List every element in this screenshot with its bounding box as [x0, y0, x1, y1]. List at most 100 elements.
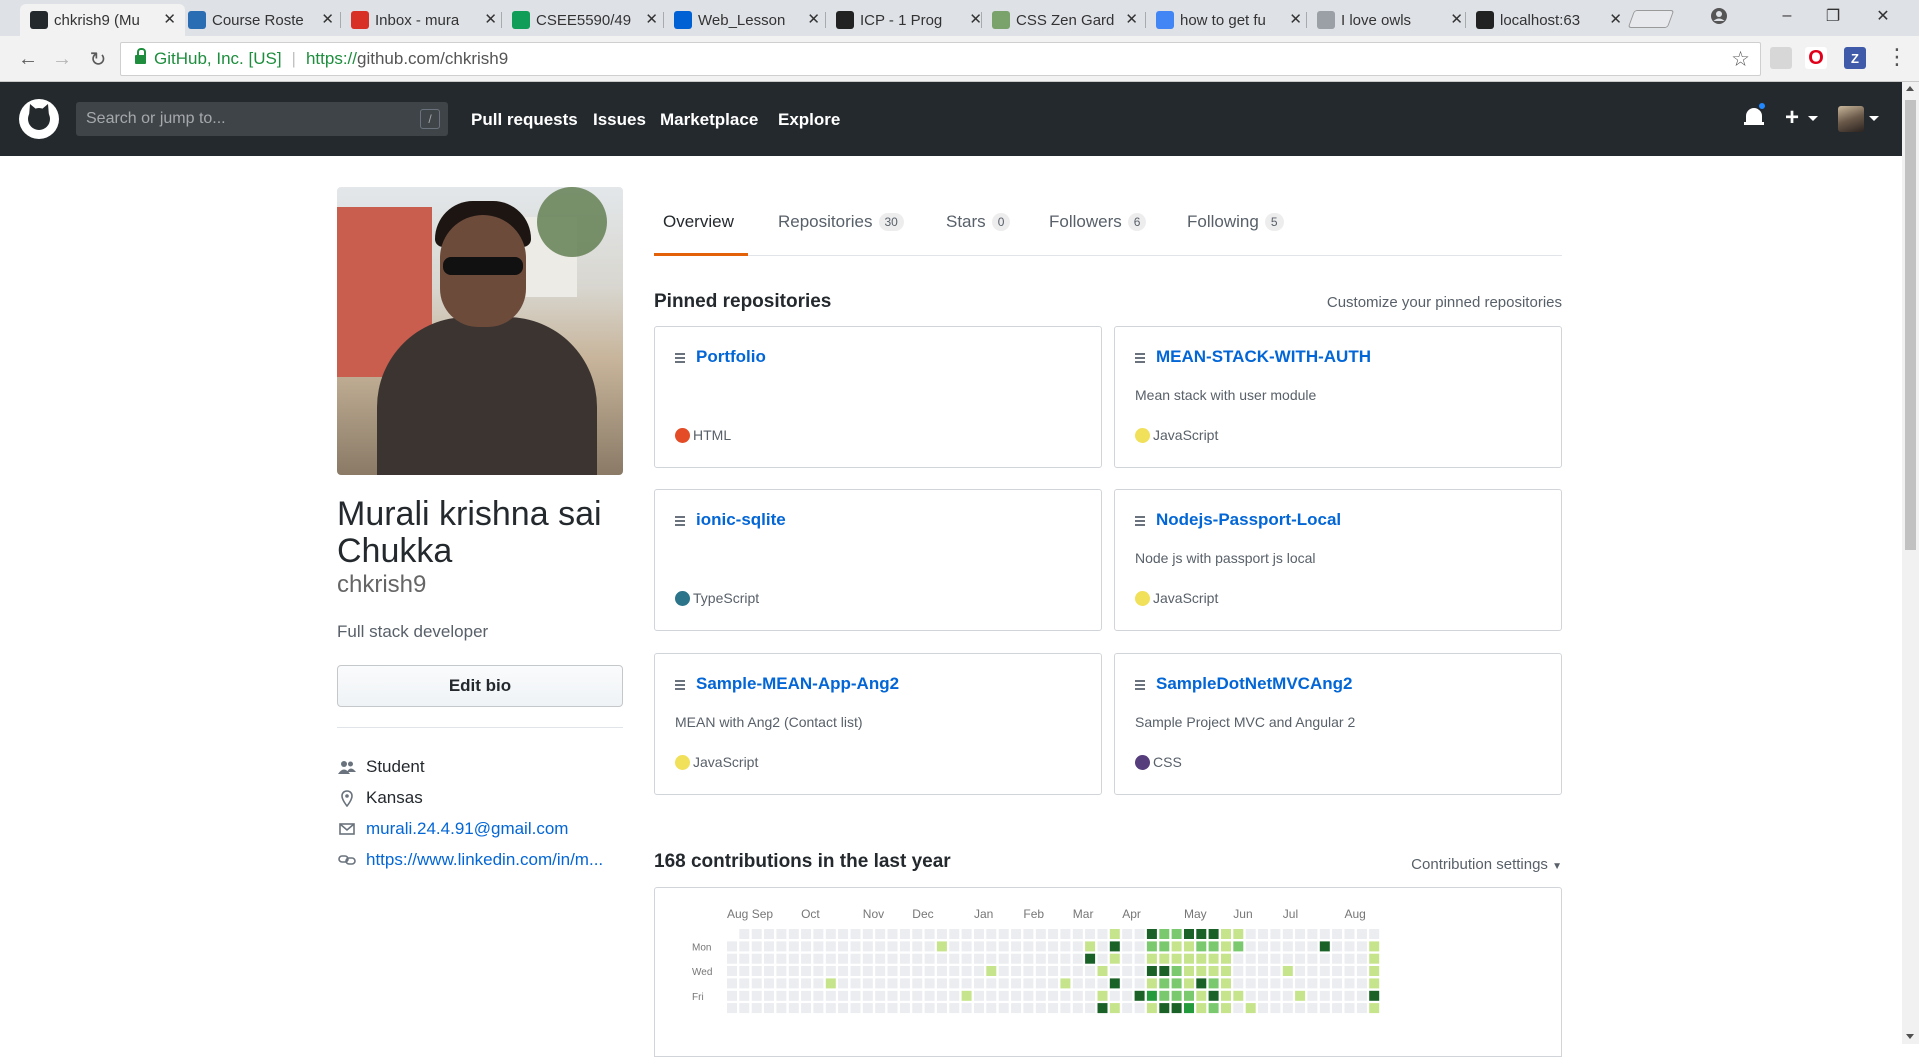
contribution-day[interactable] [1295, 978, 1306, 989]
contribution-day[interactable] [1369, 966, 1380, 976]
contribution-day[interactable] [776, 978, 787, 989]
contribution-day[interactable] [1097, 929, 1108, 939]
contribution-day[interactable] [776, 966, 787, 976]
contribution-day[interactable] [1011, 966, 1022, 976]
contribution-day[interactable] [727, 941, 737, 952]
contribution-day[interactable] [1023, 953, 1034, 964]
vcard-email-link[interactable]: murali.24.4.91@gmail.com [366, 819, 568, 839]
contribution-day[interactable] [1048, 990, 1059, 1001]
contribution-day[interactable] [986, 1003, 997, 1014]
browser-tab[interactable]: Inbox - mura ✕ [341, 4, 506, 36]
browser-tab[interactable]: chkrish9 (Mu ✕ [20, 4, 185, 36]
contribution-day[interactable] [825, 978, 836, 989]
contribution-day[interactable] [887, 929, 898, 939]
contribution-day[interactable] [1184, 953, 1194, 964]
contribution-day[interactable] [1122, 953, 1133, 964]
minimize-icon[interactable]: – [1764, 0, 1810, 32]
contribution-day[interactable] [1072, 978, 1083, 989]
contribution-day[interactable] [1171, 990, 1182, 1001]
contribution-day[interactable] [1332, 953, 1343, 964]
contribution-day[interactable] [1282, 1003, 1293, 1014]
contribution-day[interactable] [1270, 966, 1281, 976]
contribution-day[interactable] [1035, 953, 1046, 964]
contribution-day[interactable] [1134, 1003, 1145, 1014]
contribution-day[interactable] [974, 978, 984, 989]
contribution-day[interactable] [899, 978, 910, 989]
close-tab-icon[interactable]: ✕ [1609, 10, 1622, 28]
contribution-day[interactable] [862, 990, 873, 1001]
contribution-day[interactable] [1097, 953, 1108, 964]
contribution-day[interactable] [1146, 966, 1157, 976]
contribution-day[interactable] [1146, 990, 1157, 1001]
contribution-day[interactable] [887, 978, 898, 989]
contribution-day[interactable] [1023, 1003, 1034, 1014]
contribution-day[interactable] [1134, 929, 1145, 939]
repo-name-link[interactable]: Portfolio [696, 347, 766, 367]
contribution-day[interactable] [899, 966, 910, 976]
contribution-day[interactable] [751, 941, 762, 952]
contribution-day[interactable] [1196, 929, 1207, 939]
contribution-day[interactable] [1171, 978, 1182, 989]
contribution-day[interactable] [1282, 990, 1293, 1001]
contribution-day[interactable] [801, 990, 812, 1001]
contribution-day[interactable] [764, 978, 774, 989]
customize-pinned-link[interactable]: Customize your pinned repositories [1308, 294, 1562, 311]
contribution-day[interactable] [1208, 1003, 1219, 1014]
contribution-day[interactable] [1023, 941, 1034, 952]
contribution-day[interactable] [813, 953, 824, 964]
contribution-day[interactable] [1369, 929, 1380, 939]
contribution-day[interactable] [1245, 1003, 1256, 1014]
contribution-day[interactable] [974, 953, 984, 964]
contribution-day[interactable] [1233, 929, 1244, 939]
browser-tab[interactable]: CSS Zen Gard ✕ [982, 4, 1147, 36]
contribution-day[interactable] [1072, 941, 1083, 952]
address-bar[interactable]: GitHub, Inc. [US] | https:// github.com/… [120, 42, 1761, 76]
contribution-day[interactable] [1332, 1003, 1343, 1014]
contribution-day[interactable] [1196, 990, 1207, 1001]
contribution-day[interactable] [1356, 953, 1367, 964]
contribution-day[interactable] [899, 990, 910, 1001]
contribution-day[interactable] [974, 966, 984, 976]
contribution-day[interactable] [1109, 953, 1120, 964]
contribution-day[interactable] [1048, 978, 1059, 989]
contribution-day[interactable] [1258, 941, 1268, 952]
contribution-day[interactable] [1295, 929, 1306, 939]
contribution-day[interactable] [739, 953, 750, 964]
contribution-day[interactable] [986, 966, 997, 976]
contribution-day[interactable] [1307, 953, 1318, 964]
repo-name-link[interactable]: SampleDotNetMVCAng2 [1156, 674, 1352, 694]
contribution-day[interactable] [961, 966, 972, 976]
contribution-day[interactable] [875, 966, 886, 976]
profile-photo[interactable] [337, 187, 623, 475]
repo-name-link[interactable]: ionic-sqlite [696, 510, 786, 530]
contribution-day[interactable] [1196, 978, 1207, 989]
contribution-day[interactable] [912, 929, 923, 939]
close-tab-icon[interactable]: ✕ [807, 10, 820, 28]
contribution-day[interactable] [1171, 1003, 1182, 1014]
contribution-day[interactable] [1344, 978, 1355, 989]
contribution-day[interactable] [1295, 941, 1306, 952]
repo-name-link[interactable]: Sample-MEAN-App-Ang2 [696, 674, 899, 694]
contribution-day[interactable] [998, 990, 1009, 1001]
contribution-day[interactable] [1307, 966, 1318, 976]
browser-menu-icon[interactable]: ⋮ [1886, 46, 1908, 68]
contribution-day[interactable] [1097, 941, 1108, 952]
contribution-day[interactable] [1134, 966, 1145, 976]
contribution-day[interactable] [1332, 966, 1343, 976]
create-new-icon[interactable]: + [1785, 104, 1799, 132]
contribution-day[interactable] [1208, 966, 1219, 976]
contribution-day[interactable] [1332, 941, 1343, 952]
contribution-day[interactable] [986, 941, 997, 952]
contribution-day[interactable] [1282, 953, 1293, 964]
contribution-day[interactable] [751, 1003, 762, 1014]
contribution-day[interactable] [1332, 990, 1343, 1001]
contribution-day[interactable] [1319, 953, 1330, 964]
contribution-day[interactable] [1295, 953, 1306, 964]
contribution-day[interactable] [1011, 929, 1022, 939]
contribution-day[interactable] [1011, 953, 1022, 964]
contribution-day[interactable] [788, 1003, 799, 1014]
contribution-day[interactable] [801, 966, 812, 976]
contribution-day[interactable] [961, 953, 972, 964]
contribution-day[interactable] [1319, 966, 1330, 976]
contribution-day[interactable] [1270, 990, 1281, 1001]
